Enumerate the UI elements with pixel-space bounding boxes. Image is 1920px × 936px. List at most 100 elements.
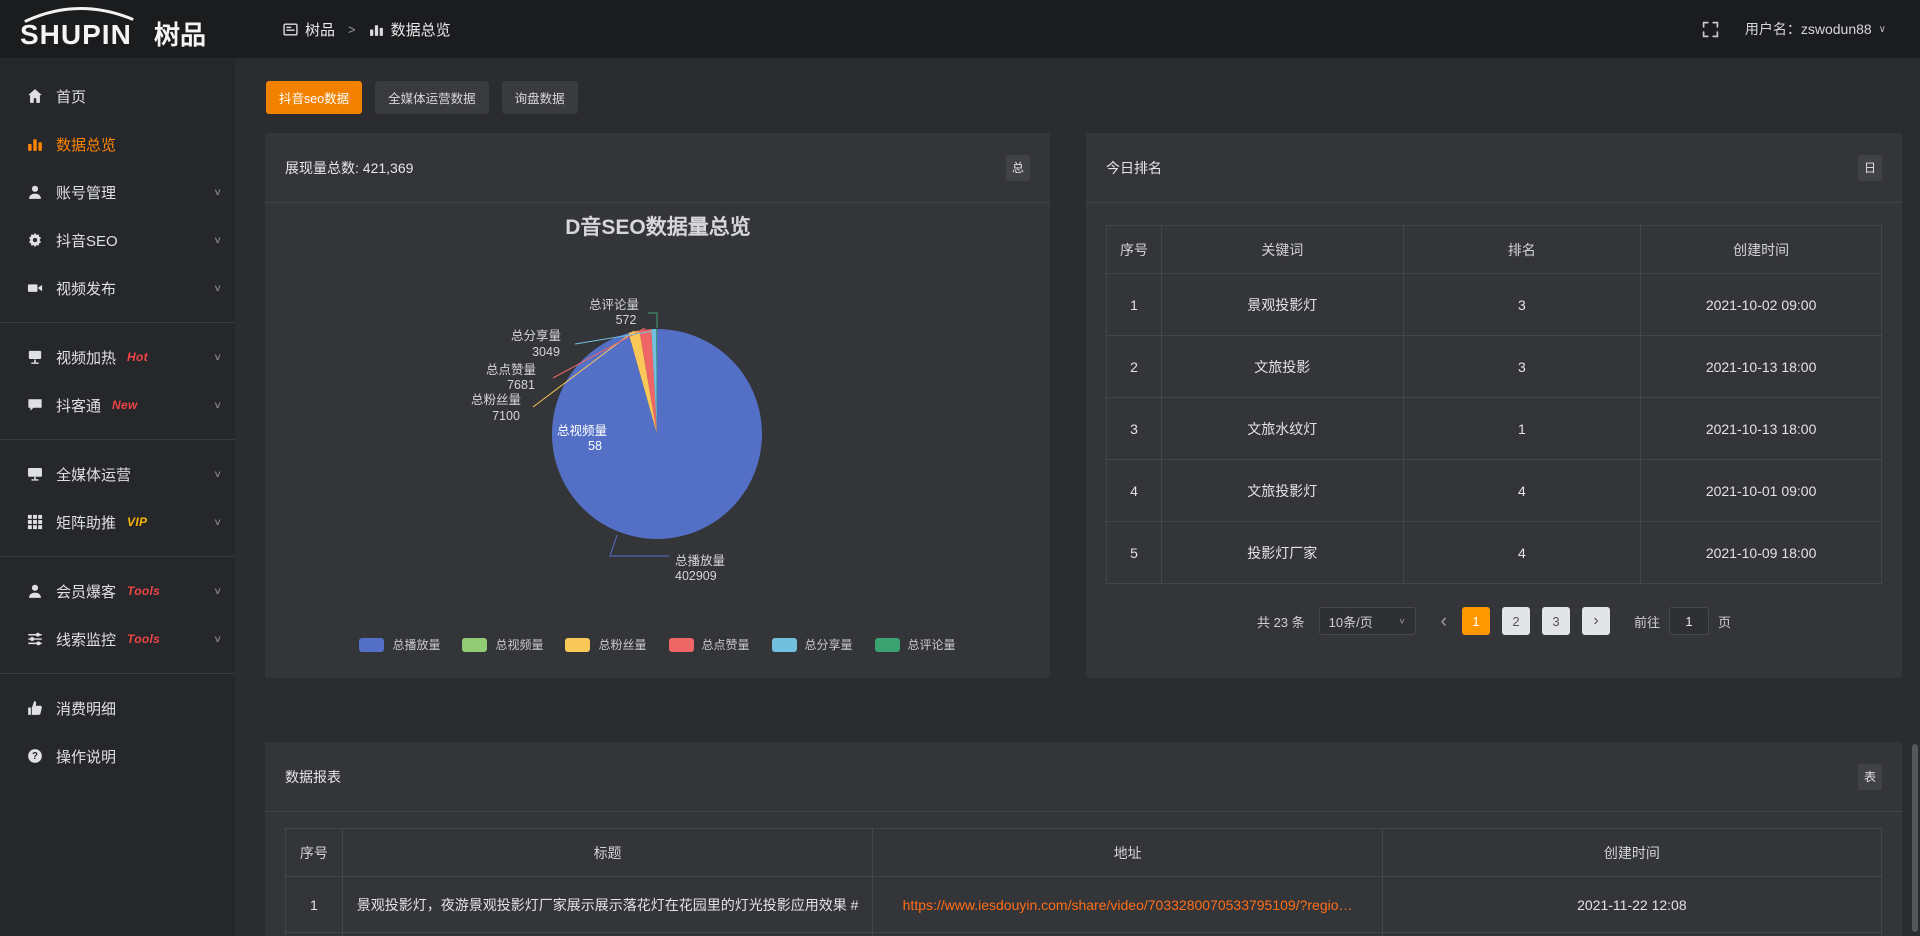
sidebar-item-douketong[interactable]: 抖客通New∨ [0, 381, 235, 429]
table-row[interactable]: 1景观投影灯，夜游景观投影灯厂家展示展示落花灯在花园里的灯光投影应用效果 #ht… [286, 877, 1882, 933]
chevron-down-icon: ∨ [213, 468, 222, 479]
sidebar-item-label: 消费明细 [56, 698, 116, 719]
rank-cell: 2021-10-02 09:00 [1641, 274, 1882, 336]
breadcrumb-item-0[interactable]: 树品 [283, 19, 335, 40]
thumb-icon [27, 700, 43, 716]
app-logo[interactable]: SHUPIN 树品 [0, 6, 235, 52]
home-icon [27, 88, 43, 104]
chevron-down-icon: ∨ [213, 282, 222, 293]
pie-label-name-5: 总评论量 [589, 298, 639, 312]
legend-item-2[interactable]: 总粉丝量 [565, 636, 646, 653]
page-button-2[interactable]: 2 [1502, 607, 1530, 635]
sidebar-item-badge: Tools [127, 584, 160, 598]
pie-chart-area: D音SEO数据量总览总播放量402909总视频量58总粉丝量7100总点赞量76… [265, 204, 1050, 678]
rank-cell: 2021-10-09 18:00 [1641, 522, 1882, 584]
pie-label-name-2: 总粉丝量 [471, 392, 521, 407]
day-mode-badge[interactable]: 日 [1858, 155, 1882, 181]
page-size-select[interactable]: 10条/页 ∨ [1319, 607, 1416, 635]
sidebar-item-clue-monitor[interactable]: 线索监控Tools∨ [0, 615, 235, 663]
sidebar-divider [0, 556, 235, 557]
report-column-header: 地址 [873, 829, 1382, 877]
table-row[interactable]: 2文旅投影32021-10-13 18:00 [1107, 336, 1882, 398]
report-cell-empty [1382, 933, 1881, 936]
tab-media-operation-data[interactable]: 全媒体运营数据 [375, 81, 489, 114]
user-menu[interactable]: 用户名： zswodun88 ∨ [1745, 19, 1886, 39]
legend-label: 总评论量 [908, 636, 956, 653]
video-icon [27, 280, 43, 296]
tab-douyin-seo-data[interactable]: 抖音seo数据 [266, 81, 362, 114]
sidebar-item-data-overview[interactable]: 数据总览 [0, 120, 235, 168]
table-row[interactable]: 5投影灯厂家42021-10-09 18:00 [1107, 522, 1882, 584]
rank-cell: 4 [1403, 522, 1641, 584]
legend-item-3[interactable]: 总点赞量 [669, 636, 750, 653]
next-page-button[interactable]: › [1582, 607, 1610, 635]
username-value: zswodun88 [1801, 21, 1872, 37]
report-table-header-row: 序号标题地址创建时间 [286, 829, 1882, 877]
bar-chart-icon [27, 136, 43, 152]
breadcrumb-item-1[interactable]: 数据总览 [369, 19, 451, 40]
pie-chart-svg: D音SEO数据量总览总播放量402909总视频量58总粉丝量7100总点赞量76… [265, 204, 1050, 678]
report-cell-empty [342, 933, 873, 936]
sidebar-item-video-heat[interactable]: 视频加热Hot∨ [0, 333, 235, 381]
sidebar-item-home[interactable]: 首页 [0, 72, 235, 120]
goto-page-input[interactable] [1669, 607, 1709, 635]
sidebar-divider [0, 673, 235, 674]
legend-item-0[interactable]: 总播放量 [359, 636, 440, 653]
rank-panel-title: 今日排名 [1106, 158, 1162, 178]
prev-page-button[interactable]: ‹ [1432, 612, 1456, 631]
rank-column-header: 创建时间 [1641, 226, 1882, 274]
fullscreen-icon[interactable] [1702, 21, 1719, 38]
sidebar-item-operation-guide[interactable]: ?操作说明 [0, 732, 235, 780]
legend-item-5[interactable]: 总评论量 [875, 636, 956, 653]
sidebar-item-label: 全媒体运营 [56, 464, 131, 485]
page-scrollbar-thumb[interactable] [1912, 744, 1918, 932]
top-bar: SHUPIN 树品 树品>数据总览 用户名： zswodun88 ∨ [0, 0, 1920, 58]
sliders-icon [27, 631, 43, 647]
legend-label: 总点赞量 [702, 636, 750, 653]
legend-item-1[interactable]: 总视频量 [462, 636, 543, 653]
table-row[interactable]: 4文旅投影灯42021-10-01 09:00 [1107, 460, 1882, 522]
tab-inquiry-data[interactable]: 询盘数据 [502, 81, 578, 114]
table-row[interactable]: 1景观投影灯32021-10-02 09:00 [1107, 274, 1882, 336]
chart-legend: 总播放量 总视频量 总粉丝量 总点赞量 总分享量 总评论量 [265, 636, 1050, 653]
sidebar-item-video-publish[interactable]: 视频发布∨ [0, 264, 235, 312]
chat-icon [27, 397, 43, 413]
chart-panel: 展现量总数: 421,369 总 D音SEO数据量总览总播放量402909总视频… [265, 133, 1050, 678]
sidebar-item-matrix-boost[interactable]: 矩阵助推VIP∨ [0, 498, 235, 546]
chevron-down-icon: ∨ [213, 516, 222, 527]
page-button-3[interactable]: 3 [1542, 607, 1570, 635]
user-icon [27, 184, 43, 200]
total-mode-badge[interactable]: 总 [1006, 155, 1030, 181]
rank-cell: 3 [1403, 336, 1641, 398]
sidebar-divider [0, 439, 235, 440]
legend-item-4[interactable]: 总分享量 [772, 636, 853, 653]
legend-swatch [462, 638, 487, 652]
sidebar-item-account-management[interactable]: 账号管理∨ [0, 168, 235, 216]
sidebar-item-consumption-detail[interactable]: 消费明细 [0, 684, 235, 732]
rank-column-header: 序号 [1107, 226, 1162, 274]
sidebar-item-label: 矩阵助推 [56, 512, 116, 533]
pagination: 共 23 条 10条/页 ∨ ‹ 123 › 前往 页 [1086, 607, 1902, 635]
rank-cell: 1 [1403, 398, 1641, 460]
sidebar-item-media-operation[interactable]: 全媒体运营 ∨ [0, 450, 235, 498]
report-url-link[interactable]: https://www.iesdouyin.com/share/video/70… [903, 897, 1353, 913]
table-mode-badge[interactable]: 表 [1858, 764, 1882, 790]
report-panel-title: 数据报表 [285, 767, 341, 787]
page-button-1[interactable]: 1 [1462, 607, 1490, 635]
chevron-down-icon: ∨ [1879, 24, 1886, 35]
sidebar-item-badge: New [112, 398, 138, 412]
report-cell-title: 景观投影灯，夜游景观投影灯厂家展示展示落花灯在花园里的灯光投影应用效果 # [342, 877, 873, 933]
rank-cell: 3 [1403, 274, 1641, 336]
sidebar-item-douyin-seo[interactable]: 抖音SEO∨ [0, 216, 235, 264]
pie-label-name-1: 总视频量 [557, 423, 607, 438]
legend-swatch [359, 638, 384, 652]
sidebar-item-member-baoke[interactable]: 会员爆客Tools∨ [0, 567, 235, 615]
rank-panel-header: 今日排名 日 [1086, 133, 1902, 203]
table-row[interactable]: 3文旅水纹灯12021-10-13 18:00 [1107, 398, 1882, 460]
person-icon [27, 583, 43, 599]
chevron-down-icon: ∨ [213, 351, 222, 362]
app-screen: SHUPIN 树品 树品>数据总览 用户名： zswodun88 ∨ 首页数据总… [0, 0, 1920, 936]
pie-label-value-2: 7100 [492, 409, 520, 423]
logo-graphic: SHUPIN 树品 [18, 6, 230, 52]
pie-label-value-3: 7681 [507, 378, 535, 392]
